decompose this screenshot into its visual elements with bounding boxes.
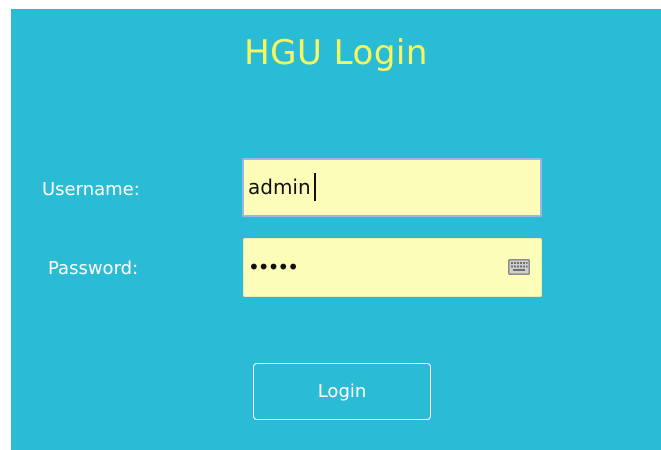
username-value: admin bbox=[248, 175, 311, 199]
keyboard-icon[interactable] bbox=[507, 257, 531, 277]
page-title: HGU Login bbox=[244, 33, 428, 73]
password-field[interactable]: ••••• bbox=[243, 238, 542, 297]
text-caret bbox=[314, 173, 316, 201]
username-field[interactable]: admin bbox=[242, 158, 542, 217]
login-button[interactable]: Login bbox=[253, 363, 431, 420]
login-panel: HGU Login Username: admin Password: ••••… bbox=[11, 9, 661, 450]
username-label: Username: bbox=[42, 179, 140, 200]
password-label: Password: bbox=[48, 258, 139, 279]
password-value: ••••• bbox=[248, 255, 299, 279]
